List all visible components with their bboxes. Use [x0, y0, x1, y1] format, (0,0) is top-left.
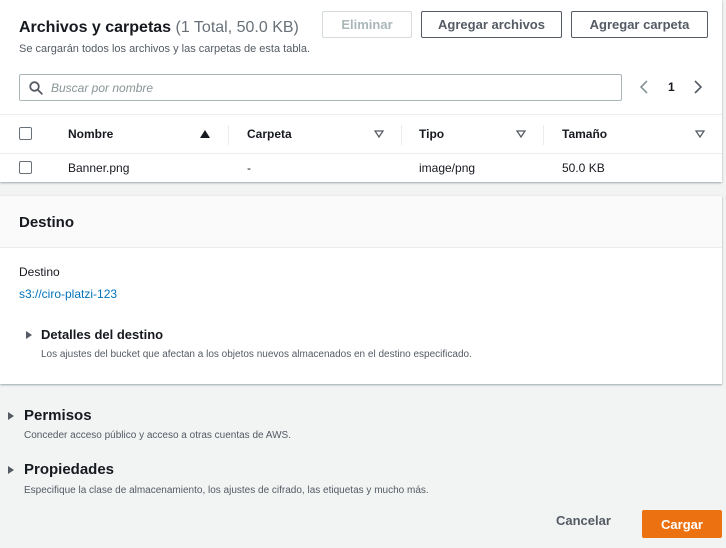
cell-type: image/png: [419, 161, 476, 175]
chevron-right-icon[interactable]: [692, 79, 704, 95]
upload-button[interactable]: Cargar: [642, 510, 722, 538]
permissions-expander[interactable]: Permisos: [8, 407, 92, 424]
column-divider: [228, 125, 229, 145]
row-checkbox[interactable]: [19, 161, 32, 174]
files-title-text: Archivos y carpetas: [19, 19, 172, 36]
search-icon: [29, 81, 43, 95]
column-divider: [401, 125, 402, 145]
column-header-size[interactable]: Tamaño: [562, 127, 607, 141]
destination-header: Destino: [0, 196, 722, 248]
cell-folder: -: [247, 161, 251, 175]
table-header: Nombre Carpeta Tipo Tamaño: [0, 114, 722, 154]
files-title: Archivos y carpetas (1 Total, 50.0 KB): [19, 19, 299, 37]
sort-icon[interactable]: [695, 130, 705, 138]
files-panel: Archivos y carpetas (1 Total, 50.0 KB) S…: [0, 0, 722, 182]
files-count: (1 Total, 50.0 KB): [175, 19, 299, 36]
destination-details-desc: Los ajustes del bucket que afectan a los…: [41, 349, 472, 360]
search-placeholder: Buscar por nombre: [51, 81, 154, 95]
properties-expander[interactable]: Propiedades: [8, 461, 114, 478]
destination-label: Destino: [19, 265, 60, 279]
add-files-button[interactable]: Agregar archivos: [421, 11, 562, 38]
delete-button[interactable]: Eliminar: [322, 11, 412, 38]
sort-ascending-icon[interactable]: [200, 130, 210, 138]
search-input[interactable]: Buscar por nombre: [19, 74, 622, 101]
caret-right-icon: [8, 411, 14, 420]
caret-right-icon: [8, 465, 14, 474]
column-header-name[interactable]: Nombre: [68, 127, 113, 141]
chevron-left-icon[interactable]: [638, 79, 650, 95]
cancel-button[interactable]: Cancelar: [556, 513, 611, 528]
permissions-desc: Conceder acceso público y acceso a otras…: [24, 430, 291, 441]
page-number[interactable]: 1: [668, 80, 675, 94]
properties-desc: Especifique la clase de almacenamiento, …: [24, 485, 429, 496]
files-subtitle: Se cargarán todos los archivos y las car…: [19, 43, 311, 55]
column-divider: [543, 125, 544, 145]
destination-details-title: Detalles del destino: [41, 327, 164, 342]
sort-icon[interactable]: [374, 130, 384, 138]
destination-title: Destino: [19, 214, 75, 231]
destination-panel: Destino Destino s3://ciro-platzi-123 Det…: [0, 196, 722, 384]
cell-size: 50.0 KB: [562, 161, 605, 175]
column-header-type[interactable]: Tipo: [419, 127, 444, 141]
column-header-folder[interactable]: Carpeta: [247, 127, 292, 141]
permissions-title: Permisos: [24, 407, 92, 424]
sort-icon[interactable]: [516, 130, 526, 138]
cell-name: Banner.png: [68, 161, 130, 175]
destination-link[interactable]: s3://ciro-platzi-123: [19, 287, 117, 301]
add-folder-button[interactable]: Agregar carpeta: [571, 11, 708, 38]
select-all-checkbox[interactable]: [19, 127, 32, 140]
properties-title: Propiedades: [24, 461, 115, 478]
destination-details-expander[interactable]: Detalles del destino: [26, 327, 163, 342]
caret-right-icon: [26, 330, 32, 339]
